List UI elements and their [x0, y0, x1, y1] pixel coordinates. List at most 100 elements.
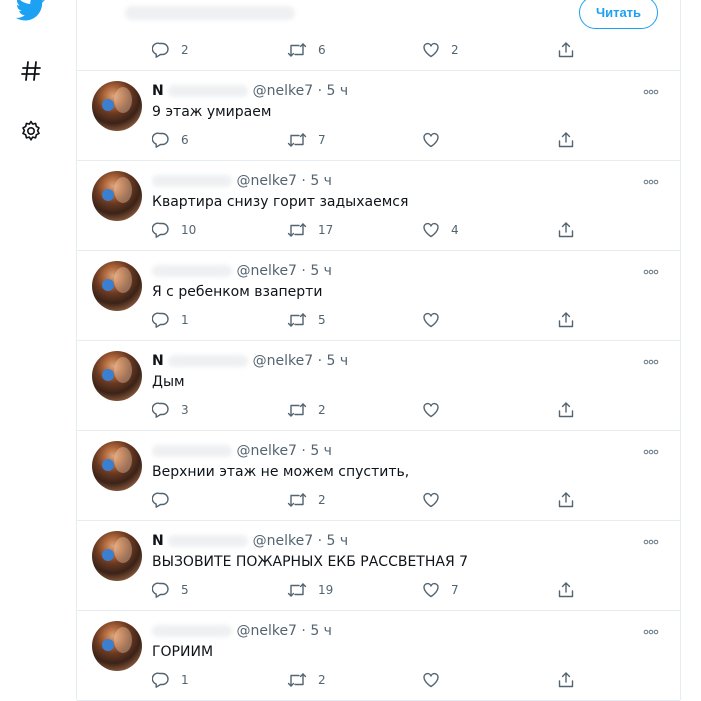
like-action[interactable]: 7 — [422, 581, 459, 599]
avatar[interactable] — [92, 171, 142, 221]
tweet-time[interactable]: · 5 ч — [301, 443, 332, 459]
share-icon — [557, 491, 575, 509]
retweet-count: 2 — [318, 403, 326, 417]
tweet-meta: @nelke7 · 5 ч — [152, 263, 332, 279]
retweet-icon — [287, 221, 307, 239]
retweet-icon — [287, 671, 307, 689]
tweet-text: Дым — [152, 374, 185, 390]
blurred-name — [168, 355, 249, 367]
share-icon — [557, 581, 575, 599]
heart-icon — [422, 131, 440, 149]
tweet[interactable]: @nelke7 · 5 ч Квартира снизу горит задых… — [77, 161, 680, 251]
share-action[interactable] — [557, 401, 575, 419]
retweet-action[interactable]: 2 — [287, 671, 326, 689]
more-icon[interactable] — [643, 535, 659, 548]
follow-button[interactable]: Читать — [579, 0, 658, 29]
tweet-time[interactable]: · 5 ч — [318, 83, 349, 99]
tweet[interactable]: N @nelke7 · 5 ч Дым 3 2 — [77, 341, 680, 431]
author-name[interactable]: N — [152, 353, 164, 369]
retweet-icon — [287, 581, 307, 599]
comment-icon — [152, 311, 170, 329]
tweet[interactable]: N @nelke7 · 5 ч 9 этаж умираем 6 7 — [77, 71, 680, 161]
tweet-time[interactable]: · 5 ч — [301, 623, 332, 639]
author-handle[interactable]: @nelke7 — [236, 443, 297, 459]
like-action[interactable] — [422, 491, 451, 509]
reply-action[interactable]: 1 — [152, 671, 189, 689]
author-handle[interactable]: @nelke7 — [253, 533, 314, 549]
like-action[interactable] — [422, 671, 451, 689]
avatar[interactable] — [92, 531, 142, 581]
retweet-action[interactable]: 6 — [287, 41, 326, 59]
tweet-text: 9 этаж умираем — [152, 104, 272, 120]
heart-icon — [422, 671, 440, 689]
blurred-name — [152, 175, 232, 187]
more-icon[interactable] — [643, 445, 659, 458]
top-tweet[interactable]: Читать 2 6 2 — [77, 0, 680, 71]
tweet[interactable]: @nelke7 · 5 ч ГОРИИМ 1 2 — [77, 611, 680, 701]
tweet-text: ГОРИИМ — [152, 644, 214, 660]
retweet-action[interactable]: 2 — [287, 491, 326, 509]
author-handle[interactable]: @nelke7 — [253, 353, 314, 369]
reply-action[interactable]: 2 — [152, 41, 189, 59]
reply-count: 6 — [181, 133, 189, 147]
comment-icon — [152, 671, 170, 689]
reply-action[interactable]: 1 — [152, 311, 189, 329]
reply-action[interactable] — [152, 491, 181, 509]
share-action[interactable] — [557, 491, 575, 509]
like-action[interactable] — [422, 311, 451, 329]
avatar[interactable] — [92, 621, 142, 671]
blurred-name — [152, 445, 232, 457]
hashtag-icon[interactable] — [16, 56, 46, 86]
retweet-count: 6 — [318, 43, 326, 57]
more-icon[interactable] — [643, 355, 659, 368]
like-action[interactable]: 2 — [422, 41, 459, 59]
tweet[interactable]: @nelke7 · 5 ч Я с ребенком взаперти 1 5 — [77, 251, 680, 341]
gear-icon[interactable] — [16, 116, 46, 146]
more-icon[interactable] — [643, 175, 659, 188]
author-handle[interactable]: @nelke7 — [253, 83, 314, 99]
more-icon[interactable] — [643, 85, 659, 98]
author-handle[interactable]: @nelke7 — [236, 623, 297, 639]
tweet[interactable]: @nelke7 · 5 ч Верхнии этаж не можем спус… — [77, 431, 680, 521]
more-icon[interactable] — [643, 265, 659, 278]
heart-icon — [422, 491, 440, 509]
tweet-time[interactable]: · 5 ч — [301, 263, 332, 279]
tweet[interactable]: N @nelke7 · 5 ч ВЫЗОВИТЕ ПОЖАРНЫХ ЕКБ РА… — [77, 521, 680, 611]
tweet-time[interactable]: · 5 ч — [301, 173, 332, 189]
reply-count: 10 — [181, 223, 197, 237]
share-action[interactable] — [557, 131, 575, 149]
reply-action[interactable]: 6 — [152, 131, 189, 149]
author-handle[interactable]: @nelke7 — [236, 263, 297, 279]
share-action[interactable] — [557, 311, 575, 329]
reply-count: 2 — [181, 43, 189, 57]
retweet-action[interactable]: 19 — [287, 581, 333, 599]
reply-action[interactable]: 3 — [152, 401, 189, 419]
author-handle[interactable]: @nelke7 — [236, 173, 297, 189]
author-name[interactable]: N — [152, 533, 164, 549]
retweet-action[interactable]: 7 — [287, 131, 326, 149]
avatar[interactable] — [92, 351, 142, 401]
reply-action[interactable]: 10 — [152, 221, 196, 239]
retweet-action[interactable]: 17 — [287, 221, 333, 239]
avatar[interactable] — [92, 441, 142, 491]
retweet-count: 7 — [318, 133, 326, 147]
reply-action[interactable]: 5 — [152, 581, 189, 599]
more-icon[interactable] — [643, 625, 659, 638]
retweet-action[interactable]: 5 — [287, 311, 326, 329]
like-action[interactable]: 4 — [422, 221, 459, 239]
share-action[interactable] — [557, 221, 575, 239]
share-action[interactable] — [557, 581, 575, 599]
retweet-action[interactable]: 2 — [287, 401, 326, 419]
tweet-time[interactable]: · 5 ч — [318, 353, 349, 369]
tweet-time[interactable]: · 5 ч — [318, 533, 349, 549]
like-action[interactable] — [422, 131, 451, 149]
like-action[interactable] — [422, 401, 451, 419]
retweet-count: 17 — [318, 223, 334, 237]
share-action[interactable] — [557, 41, 575, 59]
like-count: 2 — [451, 43, 459, 57]
avatar[interactable] — [92, 261, 142, 311]
twitter-bird-icon[interactable] — [16, 0, 46, 24]
author-name[interactable]: N — [152, 83, 164, 99]
share-action[interactable] — [557, 671, 575, 689]
avatar[interactable] — [92, 81, 142, 131]
